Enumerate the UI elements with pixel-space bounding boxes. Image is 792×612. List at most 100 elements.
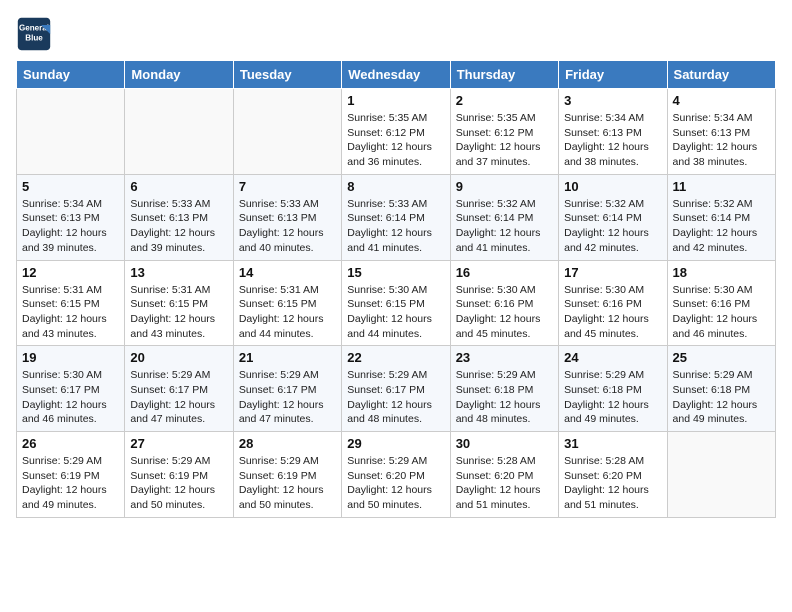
calendar-cell: 16Sunrise: 5:30 AMSunset: 6:16 PMDayligh…	[450, 260, 558, 346]
calendar-cell: 24 Sunrise: 5:29 AMSunset: 6:18 PMDayligh…	[559, 346, 667, 432]
day-info: Sunrise: 5:33 AMSunset: 6:13 PMDaylight:…	[130, 197, 227, 256]
day-number: 15	[347, 265, 444, 280]
calendar-cell: 19 Sunrise: 5:30 AMSunset: 6:17 PMDayligh…	[17, 346, 125, 432]
calendar-week-row: 1 Sunrise: 5:35 AMSunset: 6:12 PMDaylight…	[17, 89, 776, 175]
day-info: Sunrise: 5:32 AMSunset: 6:14 PMDaylight:…	[456, 197, 553, 256]
calendar-cell: 2 Sunrise: 5:35 AMSunset: 6:12 PMDaylight…	[450, 89, 558, 175]
calendar-cell: 3 Sunrise: 5:34 AMSunset: 6:13 PMDaylight…	[559, 89, 667, 175]
calendar-cell: 27 Sunrise: 5:29 AMSunset: 6:19 PMDayligh…	[125, 432, 233, 518]
day-info: Sunrise: 5:32 AMSunset: 6:14 PMDaylight:…	[673, 197, 770, 256]
calendar-week-row: 5 Sunrise: 5:34 AMSunset: 6:13 PMDaylight…	[17, 174, 776, 260]
day-number: 27	[130, 436, 227, 451]
day-info: Sunrise: 5:29 AMSunset: 6:18 PMDaylight:…	[456, 368, 553, 427]
day-number: 29	[347, 436, 444, 451]
day-info: Sunrise: 5:33 AMSunset: 6:14 PMDaylight:…	[347, 197, 444, 256]
day-info: Sunrise: 5:29 AMSunset: 6:19 PMDaylight:…	[130, 454, 227, 513]
day-number: 13	[130, 265, 227, 280]
weekday-header: Saturday	[667, 61, 775, 89]
calendar-cell: 15 Sunrise: 5:30 AMSunset: 6:15 PMDayligh…	[342, 260, 450, 346]
day-info: Sunrise: 5:33 AMSunset: 6:13 PMDaylight:…	[239, 197, 336, 256]
day-info: Sunrise: 5:31 AMSunset: 6:15 PMDaylight:…	[22, 283, 119, 342]
day-info: Sunrise: 5:28 AMSunset: 6:20 PMDaylight:…	[564, 454, 661, 513]
calendar-cell: 21 Sunrise: 5:29 AMSunset: 6:17 PMDayligh…	[233, 346, 341, 432]
day-info: Sunrise: 5:30 AMSunset: 6:17 PMDaylight:…	[22, 368, 119, 427]
calendar-week-row: 19 Sunrise: 5:30 AMSunset: 6:17 PMDayligh…	[17, 346, 776, 432]
calendar-week-row: 26 Sunrise: 5:29 AMSunset: 6:19 PMDayligh…	[17, 432, 776, 518]
calendar-cell: 9 Sunrise: 5:32 AMSunset: 6:14 PMDaylight…	[450, 174, 558, 260]
day-info: Sunrise: 5:29 AMSunset: 6:20 PMDaylight:…	[347, 454, 444, 513]
day-number: 28	[239, 436, 336, 451]
day-number: 9	[456, 179, 553, 194]
day-number: 17	[564, 265, 661, 280]
calendar-cell: 14 Sunrise: 5:31 AMSunset: 6:15 PMDayligh…	[233, 260, 341, 346]
day-info: Sunrise: 5:35 AMSunset: 6:12 PMDaylight:…	[456, 111, 553, 170]
calendar-cell: 25Sunrise: 5:29 AMSunset: 6:18 PMDayligh…	[667, 346, 775, 432]
calendar-cell: 18 Sunrise: 5:30 AMSunset: 6:16 PMDayligh…	[667, 260, 775, 346]
day-number: 20	[130, 350, 227, 365]
day-number: 11	[673, 179, 770, 194]
page-header: General Blue	[16, 16, 776, 52]
calendar-cell: 17 Sunrise: 5:30 AMSunset: 6:16 PMDayligh…	[559, 260, 667, 346]
weekday-header: Friday	[559, 61, 667, 89]
day-info: Sunrise: 5:28 AMSunset: 6:20 PMDaylight:…	[456, 454, 553, 513]
day-info: Sunrise: 5:34 AMSunset: 6:13 PMDaylight:…	[564, 111, 661, 170]
day-info: Sunrise: 5:29 AMSunset: 6:17 PMDaylight:…	[347, 368, 444, 427]
calendar-cell	[125, 89, 233, 175]
day-number: 31	[564, 436, 661, 451]
day-info: Sunrise: 5:29 AMSunset: 6:19 PMDaylight:…	[239, 454, 336, 513]
day-number: 3	[564, 93, 661, 108]
calendar-cell: 20 Sunrise: 5:29 AMSunset: 6:17 PMDayligh…	[125, 346, 233, 432]
day-info: Sunrise: 5:29 AMSunset: 6:19 PMDaylight:…	[22, 454, 119, 513]
weekday-header: Monday	[125, 61, 233, 89]
day-info: Sunrise: 5:30 AMSunset: 6:16 PMDaylight:…	[456, 283, 553, 342]
calendar-cell	[667, 432, 775, 518]
day-info: Sunrise: 5:34 AMSunset: 6:13 PMDaylight:…	[22, 197, 119, 256]
calendar-cell: 7 Sunrise: 5:33 AMSunset: 6:13 PMDaylight…	[233, 174, 341, 260]
calendar-cell	[233, 89, 341, 175]
calendar-cell: 4Sunrise: 5:34 AMSunset: 6:13 PMDaylight…	[667, 89, 775, 175]
day-number: 14	[239, 265, 336, 280]
day-number: 4	[673, 93, 770, 108]
svg-text:Blue: Blue	[25, 33, 43, 42]
day-number: 26	[22, 436, 119, 451]
day-info: Sunrise: 5:31 AMSunset: 6:15 PMDaylight:…	[239, 283, 336, 342]
weekday-header: Sunday	[17, 61, 125, 89]
calendar-cell: 26 Sunrise: 5:29 AMSunset: 6:19 PMDayligh…	[17, 432, 125, 518]
calendar-cell: 28 Sunrise: 5:29 AMSunset: 6:19 PMDayligh…	[233, 432, 341, 518]
calendar-cell	[17, 89, 125, 175]
day-number: 5	[22, 179, 119, 194]
calendar-cell: 11 Sunrise: 5:32 AMSunset: 6:14 PMDayligh…	[667, 174, 775, 260]
calendar-cell: 1 Sunrise: 5:35 AMSunset: 6:12 PMDaylight…	[342, 89, 450, 175]
day-info: Sunrise: 5:32 AMSunset: 6:14 PMDaylight:…	[564, 197, 661, 256]
day-number: 18	[673, 265, 770, 280]
day-number: 7	[239, 179, 336, 194]
day-number: 10	[564, 179, 661, 194]
day-number: 21	[239, 350, 336, 365]
logo-icon: General Blue	[16, 16, 52, 52]
calendar-week-row: 12 Sunrise: 5:31 AMSunset: 6:15 PMDayligh…	[17, 260, 776, 346]
day-info: Sunrise: 5:35 AMSunset: 6:12 PMDaylight:…	[347, 111, 444, 170]
calendar-cell: 12 Sunrise: 5:31 AMSunset: 6:15 PMDayligh…	[17, 260, 125, 346]
day-info: Sunrise: 5:29 AMSunset: 6:17 PMDaylight:…	[239, 368, 336, 427]
day-number: 1	[347, 93, 444, 108]
day-info: Sunrise: 5:31 AMSunset: 6:15 PMDaylight:…	[130, 283, 227, 342]
calendar-cell: 6Sunrise: 5:33 AMSunset: 6:13 PMDaylight…	[125, 174, 233, 260]
day-info: Sunrise: 5:30 AMSunset: 6:16 PMDaylight:…	[564, 283, 661, 342]
day-number: 12	[22, 265, 119, 280]
day-number: 2	[456, 93, 553, 108]
day-info: Sunrise: 5:29 AMSunset: 6:17 PMDaylight:…	[130, 368, 227, 427]
calendar-cell: 22Sunrise: 5:29 AMSunset: 6:17 PMDayligh…	[342, 346, 450, 432]
weekday-header: Thursday	[450, 61, 558, 89]
calendar-cell: 31 Sunrise: 5:28 AMSunset: 6:20 PMDayligh…	[559, 432, 667, 518]
day-number: 24	[564, 350, 661, 365]
day-number: 19	[22, 350, 119, 365]
day-number: 8	[347, 179, 444, 194]
calendar-cell: 5 Sunrise: 5:34 AMSunset: 6:13 PMDaylight…	[17, 174, 125, 260]
calendar-cell: 29 Sunrise: 5:29 AMSunset: 6:20 PMDayligh…	[342, 432, 450, 518]
logo: General Blue	[16, 16, 56, 52]
calendar-cell: 10 Sunrise: 5:32 AMSunset: 6:14 PMDayligh…	[559, 174, 667, 260]
day-info: Sunrise: 5:29 AMSunset: 6:18 PMDaylight:…	[564, 368, 661, 427]
day-info: Sunrise: 5:30 AMSunset: 6:16 PMDaylight:…	[673, 283, 770, 342]
day-info: Sunrise: 5:30 AMSunset: 6:15 PMDaylight:…	[347, 283, 444, 342]
day-number: 25	[673, 350, 770, 365]
